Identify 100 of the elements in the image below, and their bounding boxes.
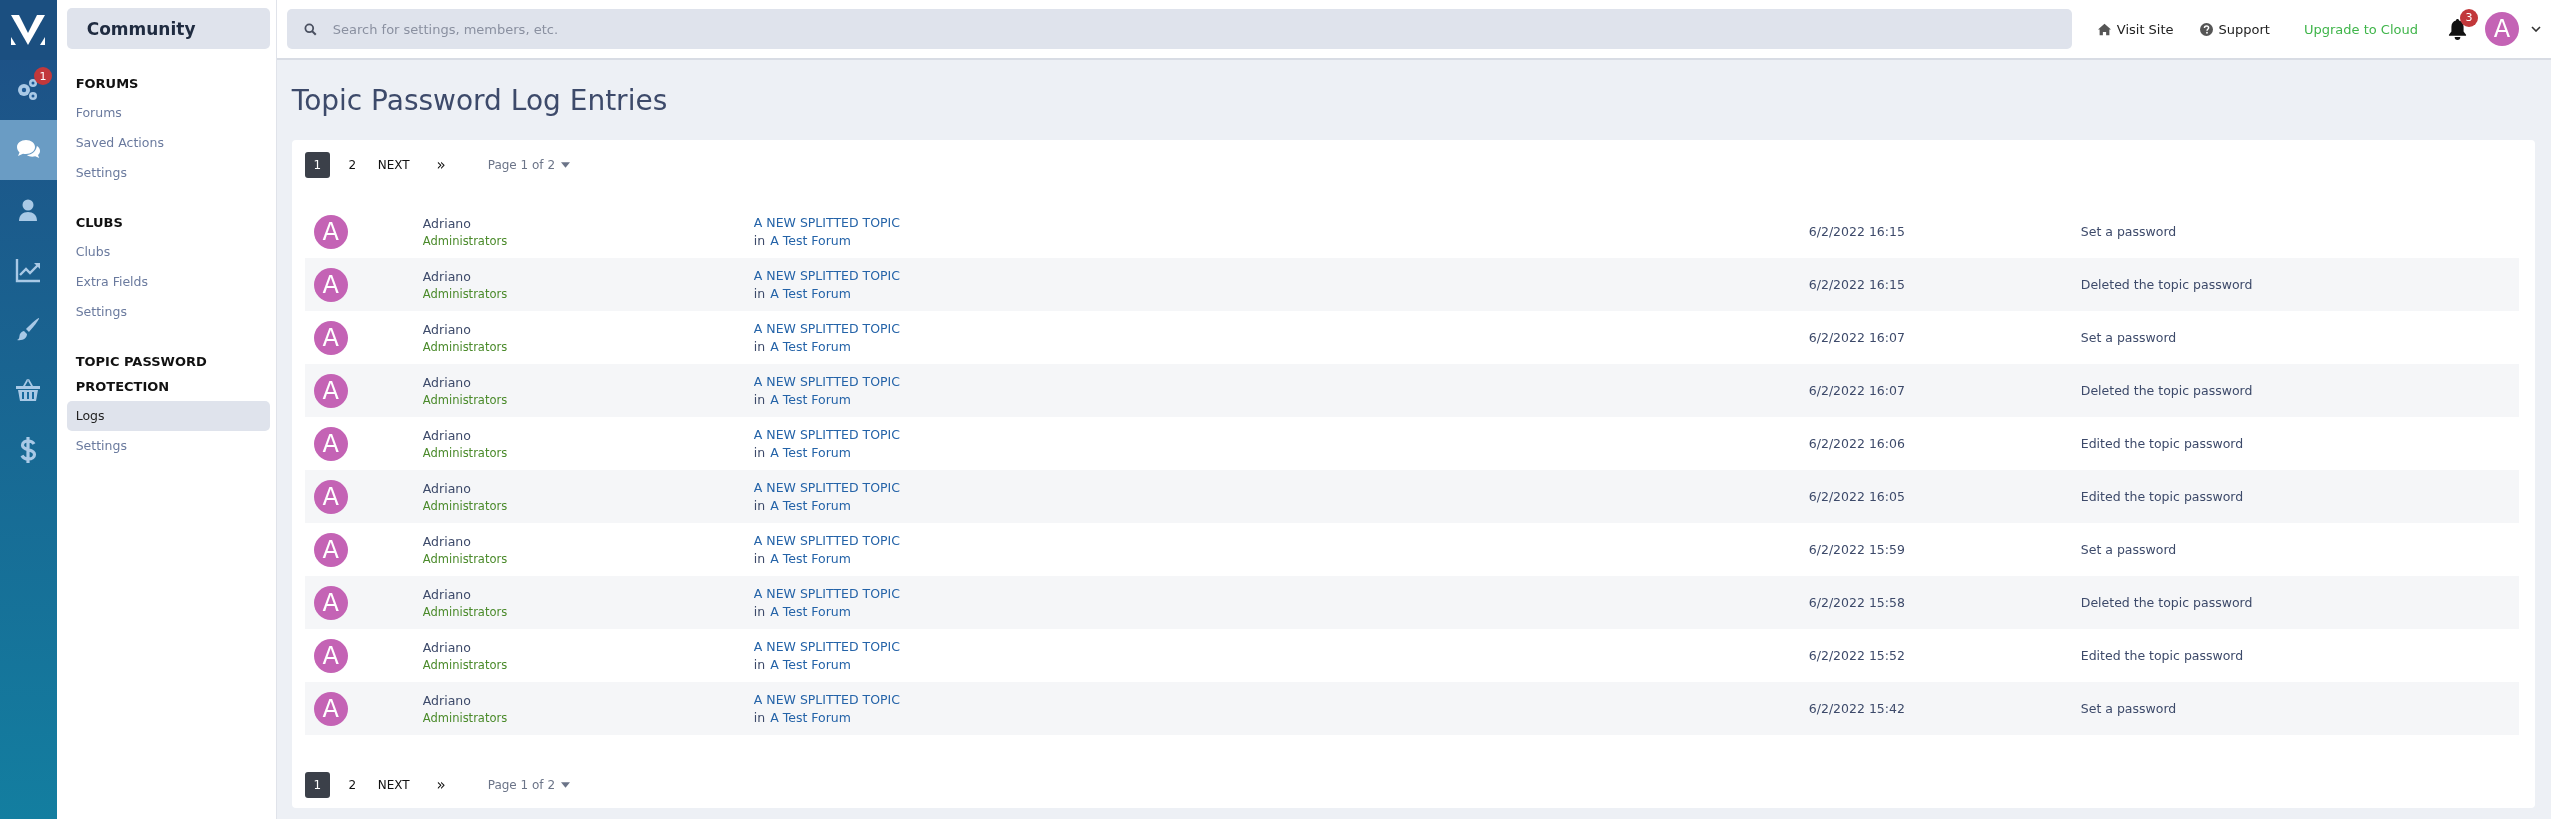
user-name-link[interactable]: Adriano xyxy=(422,321,471,337)
bell-icon xyxy=(2448,18,2467,40)
user-name-link[interactable]: Adriano xyxy=(422,427,471,443)
caret-icon xyxy=(561,782,571,788)
log-date: 6/2/2022 16:07 xyxy=(1808,383,1905,398)
forum-link[interactable]: A Test Forum xyxy=(770,710,851,725)
sidebar-item[interactable]: Settings xyxy=(66,431,270,461)
log-action: Deleted the topic password xyxy=(2080,383,2253,398)
user-avatar: A xyxy=(313,214,348,249)
forum-link[interactable]: A Test Forum xyxy=(770,551,851,566)
user-group: Administrators xyxy=(422,445,508,460)
user-name-link[interactable]: Adriano xyxy=(422,533,471,549)
user-avatar: A xyxy=(313,479,348,514)
topic-link[interactable]: A NEW SPLITTED TOPIC xyxy=(753,374,900,389)
page-button[interactable]: 2 xyxy=(339,772,365,798)
topic-link[interactable]: A NEW SPLITTED TOPIC xyxy=(753,480,900,495)
next-page-button[interactable]: NEXT xyxy=(374,152,413,178)
topic-link[interactable]: A NEW SPLITTED TOPIC xyxy=(753,639,900,654)
forum-prefix: in xyxy=(753,339,766,354)
topic-link[interactable]: A NEW SPLITTED TOPIC xyxy=(753,215,900,230)
section-heading: TOPIC PASSWORD PROTECTION xyxy=(74,353,208,396)
nav-item[interactable]: 1 xyxy=(0,60,57,120)
forum-prefix: in xyxy=(753,657,766,672)
log-action: Edited the topic password xyxy=(2080,489,2244,504)
user-group: Administrators xyxy=(422,233,508,248)
forum-link[interactable]: A Test Forum xyxy=(770,392,851,407)
next-page-button[interactable]: NEXT xyxy=(374,772,413,798)
user-name-link[interactable]: Adriano xyxy=(422,268,471,284)
log-date: 6/2/2022 15:52 xyxy=(1808,648,1905,663)
sidebar-item[interactable]: Logs xyxy=(66,401,270,431)
user-group: Administrators xyxy=(422,551,508,566)
forum-prefix: in xyxy=(753,233,766,248)
sidebar-item[interactable]: Settings xyxy=(66,158,270,188)
forum-link[interactable]: A Test Forum xyxy=(770,445,851,460)
user-name-link[interactable]: Adriano xyxy=(422,480,471,496)
page-title: Topic Password Log Entries xyxy=(291,83,669,119)
sidebar-item[interactable]: Saved Actions xyxy=(66,128,270,158)
page-button[interactable]: 2 xyxy=(339,152,365,178)
sidebar-item[interactable]: Clubs xyxy=(66,237,270,267)
user-avatar: A xyxy=(313,267,348,302)
section-heading: FORUMS xyxy=(74,75,140,93)
sidebar-item[interactable]: Extra Fields xyxy=(66,267,270,297)
log-date: 6/2/2022 16:07 xyxy=(1808,330,1905,345)
log-date: 6/2/2022 16:15 xyxy=(1808,224,1905,239)
sidebar-item[interactable]: Forums xyxy=(66,98,270,128)
page-button[interactable]: 1 xyxy=(304,152,330,178)
section-heading: CLUBS xyxy=(74,214,124,232)
topic-link[interactable]: A NEW SPLITTED TOPIC xyxy=(753,533,900,548)
user-avatar: A xyxy=(313,320,348,355)
top-bar-link[interactable]: Visit Site xyxy=(2097,21,2174,37)
topic-link[interactable]: A NEW SPLITTED TOPIC xyxy=(753,586,900,601)
basket-icon xyxy=(14,376,43,404)
forum-link[interactable]: A Test Forum xyxy=(770,657,851,672)
section-title: Community xyxy=(66,8,270,49)
user-avatar: A xyxy=(313,585,348,620)
user-group: Administrators xyxy=(422,392,508,407)
user-avatar: A xyxy=(313,373,348,408)
forum-prefix: in xyxy=(753,286,766,301)
topic-link[interactable]: A NEW SPLITTED TOPIC xyxy=(753,692,900,707)
forum-link[interactable]: A Test Forum xyxy=(770,604,851,619)
user-name-link[interactable]: Adriano xyxy=(422,215,471,231)
user-name-link[interactable]: Adriano xyxy=(422,639,471,655)
sidebar-item[interactable]: Settings xyxy=(66,297,270,327)
log-date: 6/2/2022 15:58 xyxy=(1808,595,1905,610)
user-avatar: A xyxy=(313,532,348,567)
forum-prefix: in xyxy=(753,498,766,513)
user-name-link[interactable]: Adriano xyxy=(422,692,471,708)
user-group: Administrators xyxy=(422,710,508,725)
last-page-button[interactable]: » xyxy=(428,772,454,798)
search-field[interactable]: Search for settings, members, etc. xyxy=(286,9,2072,49)
forum-prefix: in xyxy=(753,551,766,566)
notifications-button[interactable] xyxy=(2448,18,2467,40)
last-page-button[interactable]: » xyxy=(428,152,454,178)
page-jump-dropdown[interactable]: Page 1 of 2 xyxy=(487,778,571,792)
nav-item[interactable] xyxy=(0,120,57,180)
user-name-link[interactable]: Adriano xyxy=(422,586,471,602)
forum-link[interactable]: A Test Forum xyxy=(770,286,851,301)
topic-link[interactable]: A NEW SPLITTED TOPIC xyxy=(753,321,900,336)
user-group: Administrators xyxy=(422,286,508,301)
log-action: Set a password xyxy=(2080,224,2177,239)
forum-link[interactable]: A Test Forum xyxy=(770,233,851,248)
forum-link[interactable]: A Test Forum xyxy=(770,498,851,513)
log-action: Deleted the topic password xyxy=(2080,595,2253,610)
topic-link[interactable]: A NEW SPLITTED TOPIC xyxy=(753,268,900,283)
forum-link[interactable]: A Test Forum xyxy=(770,339,851,354)
user-name-link[interactable]: Adriano xyxy=(422,374,471,390)
notification-badge: 3 xyxy=(2460,8,2478,27)
log-date: 6/2/2022 15:59 xyxy=(1808,542,1905,557)
forum-prefix: in xyxy=(753,392,766,407)
home-icon xyxy=(2097,22,2111,36)
page-jump-dropdown[interactable]: Page 1 of 2 xyxy=(487,158,571,172)
user-avatar[interactable]: A xyxy=(2485,12,2519,46)
chevron-down-icon[interactable] xyxy=(2531,26,2541,32)
help-icon xyxy=(2199,22,2213,36)
user-avatar: A xyxy=(313,691,348,726)
user-group: Administrators xyxy=(422,339,508,354)
topic-link[interactable]: A NEW SPLITTED TOPIC xyxy=(753,427,900,442)
top-bar-link[interactable]: Support xyxy=(2199,21,2270,37)
log-action: Set a password xyxy=(2080,542,2177,557)
page-button[interactable]: 1 xyxy=(304,772,330,798)
